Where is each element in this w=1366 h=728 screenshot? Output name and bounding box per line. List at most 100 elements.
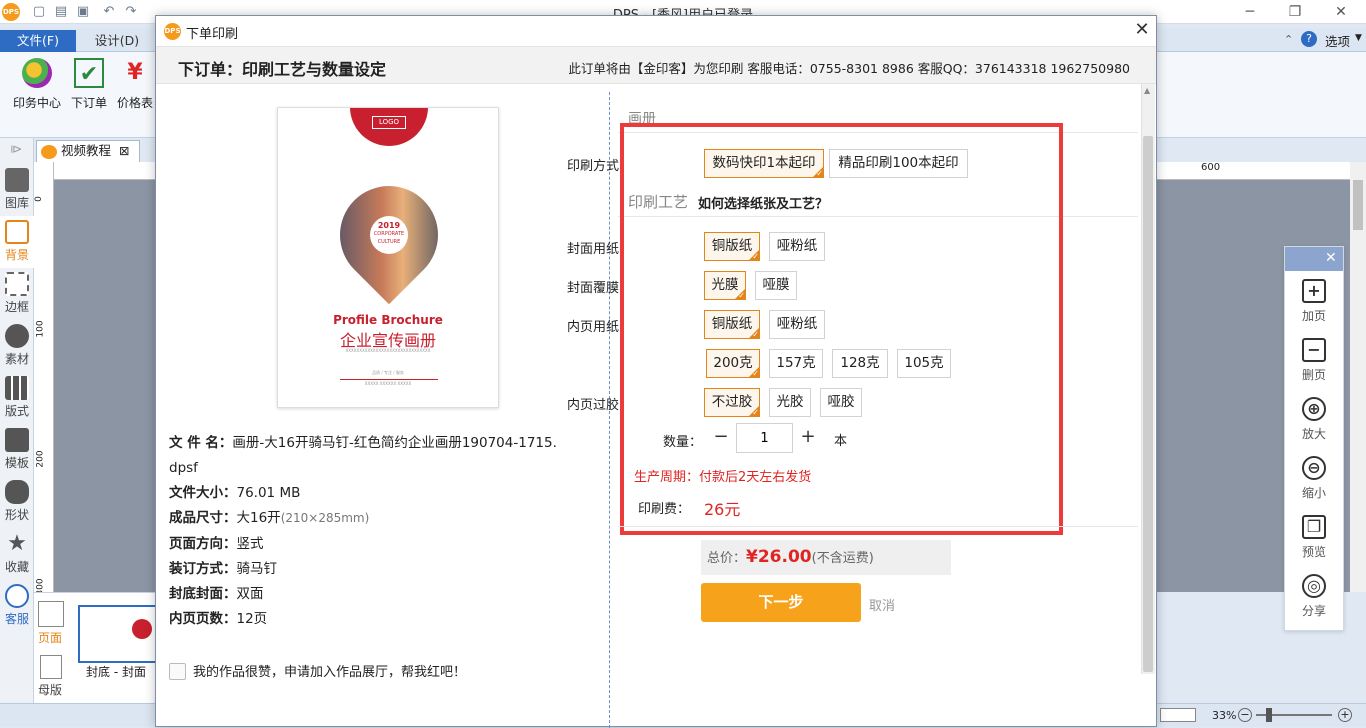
info-label: 页面方向：	[169, 536, 237, 552]
sidebar-item-material[interactable]: 素材	[0, 320, 34, 372]
total-value: ¥26.00	[746, 547, 812, 567]
zoom-slider-handle[interactable]	[1266, 708, 1272, 722]
dialog-header: 下订单：印刷工艺与数量设定 此订单将由【金印客】为您印刷 客服电话：0755-8…	[156, 46, 1156, 84]
sidebar-item-background[interactable]: 背景	[0, 216, 34, 268]
print-order-dialog: DPS 下单印刷 ✕ 下订单：印刷工艺与数量设定 此订单将由【金印客】为您印刷 …	[155, 15, 1157, 728]
wechat-share-icon: ◎	[1302, 574, 1326, 598]
page-strip: 页面 母版 封底 - 封面	[34, 592, 158, 703]
ruler-tick: 100	[35, 320, 46, 338]
info-value-cont: dpsf	[169, 460, 198, 476]
sidebar-item-support[interactable]: 客服	[0, 580, 34, 632]
sidebar-item-label: 模板	[4, 456, 29, 470]
sidebar-item-label: 版式	[4, 404, 29, 418]
expand-panel-icon[interactable]: ⧐	[10, 142, 22, 156]
dps-tab-icon	[41, 144, 57, 159]
cover-paper-label: 封面用纸：	[566, 242, 632, 257]
ruler-tick: 0	[33, 196, 44, 202]
dialog-scrollbar-thumb[interactable]	[1143, 136, 1153, 672]
sidebar-item-label: 图库	[4, 196, 29, 210]
shape-icon	[5, 480, 29, 504]
share-button[interactable]: ◎ 分享	[1285, 574, 1343, 619]
info-value: 骑马钉	[236, 561, 278, 577]
vertical-scrollbar[interactable]	[1350, 162, 1366, 592]
showcase-checkbox[interactable]	[169, 663, 186, 680]
total-price: 总价：¥26.00(不含运费)	[701, 540, 951, 575]
collapse-ribbon-icon[interactable]: ⌃	[1284, 33, 1293, 46]
sidebar-item-favorites[interactable]: ★ 收藏	[0, 528, 34, 580]
horizontal-ruler-right: 600	[1157, 162, 1350, 180]
print-center-button[interactable]: 印务中心	[10, 58, 64, 111]
zoom-in-icon[interactable]: +	[1338, 708, 1352, 722]
page-tab[interactable]: 页面	[38, 629, 62, 646]
maximize-button[interactable]: ❐	[1285, 2, 1305, 22]
sidebar-item-shape[interactable]: 形状	[0, 476, 34, 528]
tab-file[interactable]: 文件(F)	[0, 30, 76, 52]
page-thumbnail[interactable]	[78, 605, 158, 663]
background-icon	[5, 220, 29, 244]
options-chevron-icon[interactable]: ▼	[1355, 33, 1362, 43]
sidebar-item-border[interactable]: 边框	[0, 268, 34, 320]
total-label: 总价：	[707, 551, 747, 566]
tab-design[interactable]: 设计(D)	[84, 30, 150, 52]
dps-logo-icon: DPS	[164, 23, 181, 40]
zoom-out-label: 缩小	[1301, 486, 1326, 500]
sidebar-item-label: 收藏	[4, 560, 29, 574]
page-tools-panel: ✕ + 加页 − 删页 ⊕ 放大 ⊖ 缩小 ❐ 预览 ◎ 分享	[1284, 246, 1344, 631]
next-step-button[interactable]: 下一步	[701, 583, 861, 622]
tab-close-icon[interactable]: ⊠	[119, 143, 129, 158]
zoom-in-button[interactable]: ⊕ 放大	[1285, 397, 1343, 442]
inner-glue-label: 内页过胶：	[566, 398, 632, 413]
zoom-out-icon[interactable]: −	[1238, 708, 1252, 722]
preview-button[interactable]: ❐ 预览	[1285, 515, 1343, 560]
options-menu[interactable]: 选项	[1325, 31, 1350, 50]
sidebar-item-template[interactable]: 模板	[0, 424, 34, 476]
add-page-button[interactable]: + 加页	[1285, 279, 1343, 324]
info-page-count: 内页页数：12页	[169, 607, 267, 632]
info-note: (210×285mm)	[280, 511, 370, 525]
place-order-label: 下订单	[70, 96, 107, 110]
close-window-button[interactable]: ✕	[1331, 2, 1351, 22]
master-tab[interactable]: 母版	[38, 681, 62, 698]
gallery-icon	[5, 168, 29, 192]
help-icon[interactable]: ?	[1301, 31, 1317, 47]
scrollbar-thumb[interactable]	[1353, 180, 1363, 230]
sidebar-item-gallery[interactable]: 图库	[0, 164, 34, 216]
scroll-up-icon[interactable]: ▲	[1144, 86, 1150, 95]
sidebar-item-layout[interactable]: 版式	[0, 372, 34, 424]
thumb-dot	[132, 619, 152, 639]
info-label: 内页页数：	[169, 611, 237, 627]
vertical-ruler: 0 100 200 300	[33, 162, 54, 596]
panel-close-icon[interactable]: ✕	[1325, 250, 1337, 266]
cancel-link[interactable]: 取消	[869, 595, 895, 614]
preview-label: 预览	[1301, 545, 1326, 559]
place-order-button[interactable]: ✔ 下订单	[68, 58, 110, 111]
zoom-out-button[interactable]: ⊖ 缩小	[1285, 456, 1343, 501]
cover-title-en: Profile Brochure	[333, 313, 443, 327]
info-binding: 装订方式：骑马钉	[169, 557, 277, 582]
dialog-title: 下单印刷	[186, 27, 239, 42]
cover-divider	[340, 379, 438, 380]
print-center-label: 印务中心	[12, 96, 61, 110]
delete-page-icon: −	[1302, 338, 1326, 362]
sidebar-item-label: 形状	[4, 508, 29, 522]
delete-page-button[interactable]: − 删页	[1285, 338, 1343, 383]
sidebar-item-label: 背景	[4, 248, 29, 262]
cover-bottom-text-2: XXXXX XXXXXX XXXXX	[364, 381, 412, 386]
info-filesize: 文件大小：76.01 MB	[169, 481, 300, 506]
tab-video-tutorial[interactable]: 视频教程 ⊠	[36, 140, 140, 162]
thumb-caption: 封底 - 封面	[86, 665, 146, 679]
zoom-in-label: 放大	[1301, 427, 1326, 441]
cover-preview: LOGO 2019 CORPORATE CULTURE Profile Broc…	[277, 107, 499, 408]
price-list-button[interactable]: ¥ 价格表	[114, 58, 156, 111]
info-cover-sides: 封底封面：双面	[169, 582, 264, 607]
service-info: 此订单将由【金印客】为您印刷 客服电话：0755-8301 8986 客服QQ：…	[568, 61, 1130, 76]
cover-year: 2019	[377, 221, 401, 230]
dialog-close-button[interactable]: ✕	[1131, 19, 1153, 41]
section-divider	[618, 526, 1138, 527]
layout-grid-icon	[5, 376, 29, 400]
view-mode-icon[interactable]	[1160, 708, 1196, 722]
price-list-label: 价格表	[116, 96, 153, 110]
minimize-button[interactable]: ─	[1240, 2, 1260, 22]
info-label: 封底封面：	[169, 586, 237, 602]
info-size: 成品尺寸：大16开(210×285mm)	[169, 506, 369, 531]
